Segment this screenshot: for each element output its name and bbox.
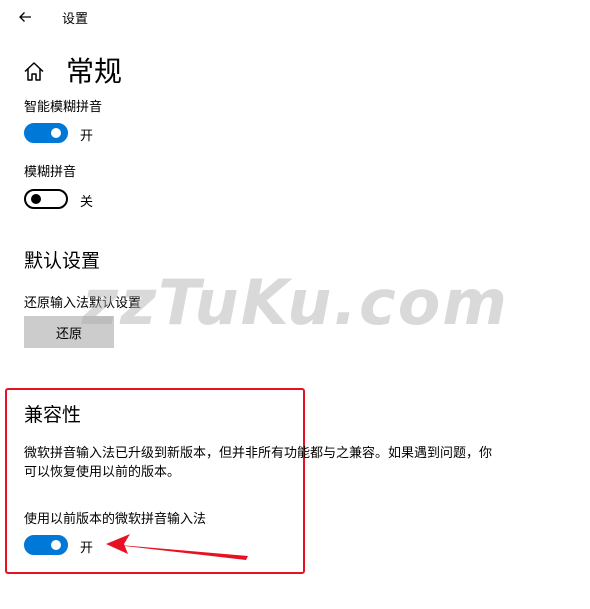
default-settings-heading: 默认设置 <box>24 250 101 272</box>
toggle-knob <box>51 540 61 550</box>
arrow-left-icon <box>19 12 31 22</box>
previous-version-state: 开 <box>80 541 94 556</box>
fuzzy-pinyin-toggle[interactable] <box>24 189 68 209</box>
smart-fuzzy-pinyin-toggle[interactable] <box>24 123 68 143</box>
restore-defaults-label: 还原输入法默认设置 <box>24 296 142 311</box>
watermark: zzTuKu.com <box>82 266 509 339</box>
smart-fuzzy-pinyin-state: 开 <box>80 129 94 144</box>
window-title: 设置 <box>62 12 89 27</box>
annotation-arrow-icon <box>106 534 248 560</box>
compatibility-heading: 兼容性 <box>24 404 82 426</box>
page-title: 常规 <box>66 55 123 88</box>
fuzzy-pinyin-label: 模糊拼音 <box>24 165 77 180</box>
previous-version-label: 使用以前版本的微软拼音输入法 <box>24 512 207 527</box>
toggle-knob <box>51 128 61 138</box>
fuzzy-pinyin-state: 关 <box>80 195 94 210</box>
previous-version-toggle[interactable] <box>24 535 68 555</box>
compatibility-description: 微软拼音输入法已升级到新版本，但并非所有功能都与之兼容。如果遇到问题，你可以恢复… <box>24 446 493 480</box>
smart-fuzzy-pinyin-label: 智能模糊拼音 <box>24 100 103 115</box>
back-button[interactable] <box>14 6 36 28</box>
toggle-knob <box>31 194 41 204</box>
home-icon <box>24 62 44 81</box>
restore-button[interactable]: 还原 <box>24 316 114 348</box>
